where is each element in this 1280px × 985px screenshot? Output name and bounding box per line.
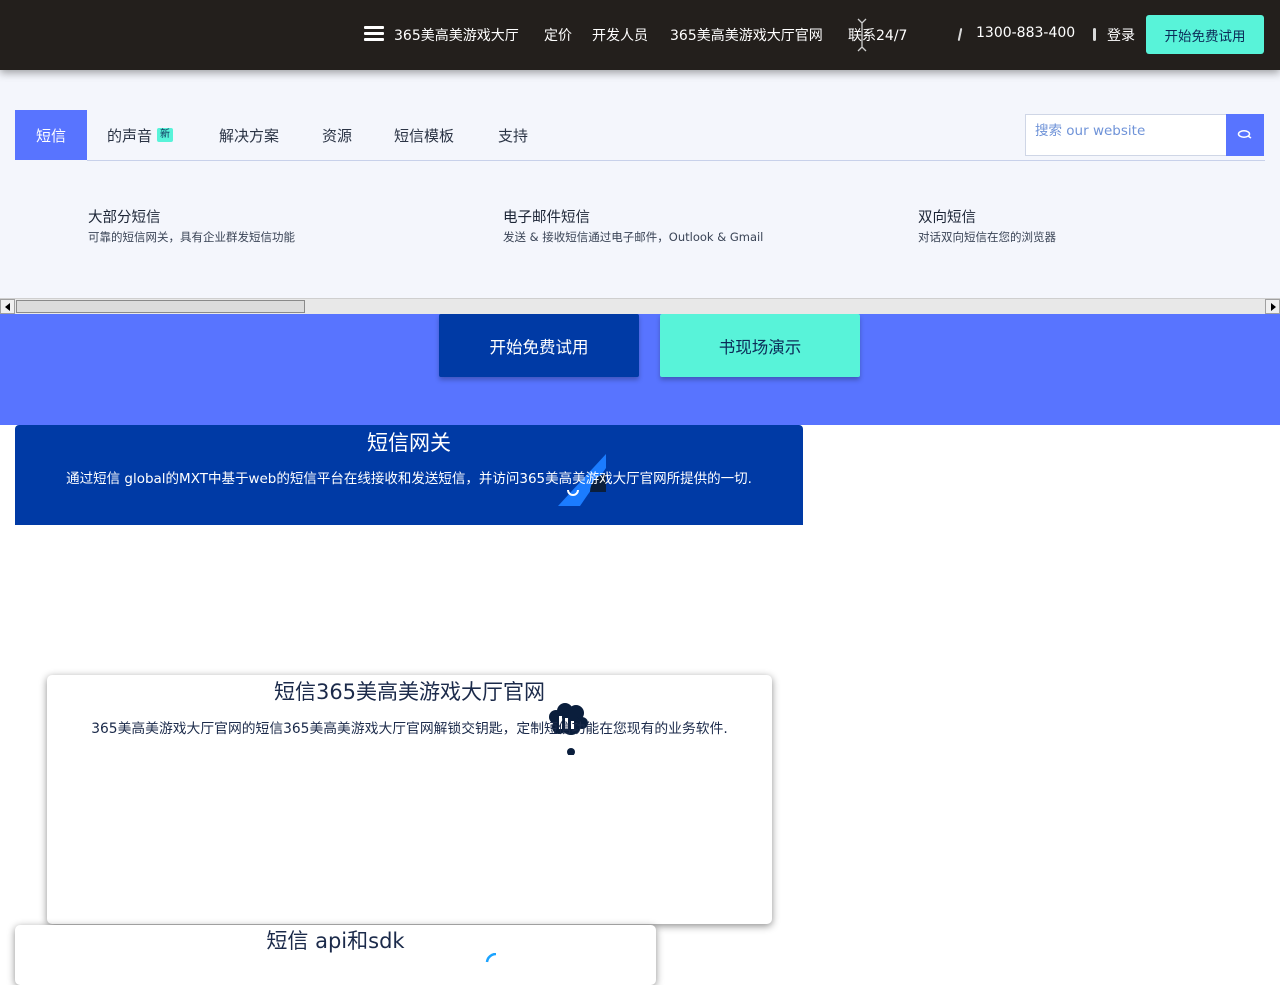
feature-card-api-sdk[interactable]: 短信 api和sdk: [15, 925, 656, 985]
scroll-left-button[interactable]: [0, 299, 15, 314]
menu-item-description: 发送 & 接收短信通过电子邮件，Outlook & Gmail: [503, 230, 764, 244]
scroll-right-button[interactable]: [1265, 299, 1280, 314]
search-button[interactable]: [1226, 114, 1264, 156]
card-title: 短信 api和sdk: [266, 929, 405, 953]
phone-number-link[interactable]: 1300-883-400: [976, 25, 1075, 41]
tab-resources[interactable]: 资源: [322, 110, 352, 160]
nav-link-developers[interactable]: 开发人员: [592, 25, 648, 45]
card-title: 短信365美高美游戏大厅官网: [273, 680, 546, 704]
search-field: [1025, 114, 1227, 156]
tab-sms-templates[interactable]: 短信模板: [394, 110, 454, 160]
horizontal-scrollbar[interactable]: [0, 298, 1280, 314]
user-icon: [1093, 28, 1096, 41]
tab-voice[interactable]: 的声音 新: [107, 110, 174, 160]
tab-label: 资源: [322, 126, 353, 145]
hero-start-trial-button[interactable]: 开始免费试用: [439, 314, 639, 377]
menu-item-two-way-sms[interactable]: 双向短信 对话双向短信在您的浏览器: [918, 206, 1056, 245]
search-icon: [1237, 130, 1252, 139]
new-badge: 新: [157, 128, 174, 142]
mega-menu-panel: 短信 的声音 新 解决方案 资源 短信模板 支持 大部分短信 可靠的短信网关，具…: [0, 70, 1280, 298]
tab-sms[interactable]: 短信: [15, 110, 87, 160]
card-description: 365美高美游戏大厅官网的短信365美高美游戏大厅官网解锁交钥匙，定制短信功能在…: [91, 721, 728, 737]
menu-item-description: 对话双向短信在您的浏览器: [918, 230, 1056, 244]
nav-link-home[interactable]: 365美高美游戏大厅: [394, 25, 519, 45]
card-description: 通过短信 global的MXT中基于web的短信平台在线接收和发送短信，并访问3…: [66, 471, 752, 487]
book-demo-button[interactable]: 书现场演示: [660, 314, 860, 377]
menu-icon[interactable]: [364, 26, 384, 42]
hero-section: 开始免费试用 书现场演示: [0, 298, 1280, 425]
text-cursor-icon: [857, 18, 867, 52]
search-input[interactable]: [1026, 115, 1227, 155]
login-link[interactable]: 登录: [1107, 25, 1135, 45]
nav-link-pricing[interactable]: 定价: [544, 25, 572, 45]
tab-label: 短信模板: [394, 126, 455, 145]
tab-divider: [87, 160, 1265, 161]
menu-item-email-sms[interactable]: 电子邮件短信 发送 & 接收短信通过电子邮件，Outlook & Gmail: [503, 206, 763, 245]
arrow-right-icon: [1271, 303, 1276, 311]
menu-item-bulk-sms[interactable]: 大部分短信 可靠的短信网关，具有企业群发短信功能: [88, 206, 295, 245]
tab-label: 的声音: [107, 126, 153, 145]
tab-label: 支持: [498, 126, 529, 145]
feature-card-integrations[interactable]: 短信365美高美游戏大厅官网 365美高美游戏大厅官网的短信365美高美游戏大厅…: [47, 675, 772, 924]
menu-item-title: 双向短信: [918, 210, 976, 226]
tab-solutions[interactable]: 解决方案: [219, 110, 279, 160]
menu-item-title: 电子邮件短信: [503, 210, 590, 226]
phone-icon: [957, 27, 963, 42]
tab-label: 解决方案: [219, 126, 280, 145]
menu-item-description: 可靠的短信网关，具有企业群发短信功能: [88, 230, 295, 244]
start-free-trial-button[interactable]: 开始免费试用: [1146, 15, 1264, 54]
nav-link-official-site[interactable]: 365美高美游戏大厅官网: [670, 25, 823, 45]
tab-support[interactable]: 支持: [498, 110, 528, 160]
scrollbar-thumb[interactable]: [16, 300, 305, 313]
top-navigation-bar: 365美高美游戏大厅 定价 开发人员 365美高美游戏大厅官网 联系24/7 1…: [0, 0, 1280, 70]
tab-label: 短信: [35, 126, 66, 145]
arrow-left-icon: [5, 303, 10, 311]
feature-card-sms-gateway[interactable]: 短信网关 通过短信 global的MXT中基于web的短信平台在线接收和发送短信…: [15, 425, 803, 525]
menu-item-title: 大部分短信: [88, 210, 161, 226]
card-title: 短信网关: [367, 431, 451, 455]
